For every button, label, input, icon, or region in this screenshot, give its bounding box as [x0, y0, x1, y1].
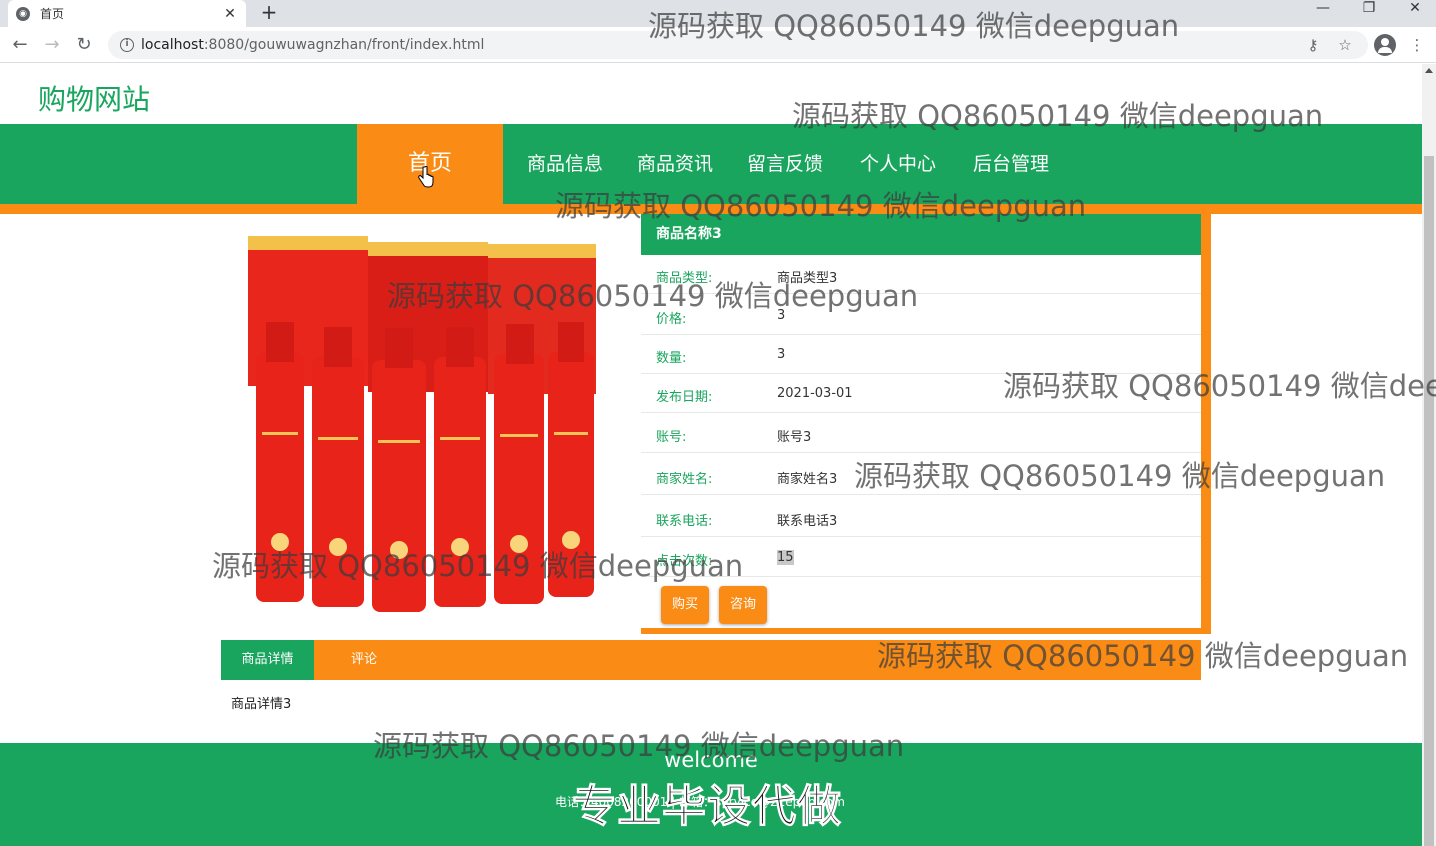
forward-icon[interactable]: → [40, 33, 64, 57]
tab-detail[interactable]: 商品详情 [221, 640, 314, 680]
watermark-large: 专业毕设代做 [572, 781, 842, 833]
consult-button[interactable]: 咨询 [719, 586, 767, 624]
address-toolbar: ← → ↻ i localhost:8080/gouwuwagnzhan/fro… [0, 27, 1436, 63]
url-bar[interactable]: i localhost:8080/gouwuwagnzhan/front/ind… [108, 31, 1368, 59]
detail-label: 商品类型: [656, 271, 713, 286]
nav-item-news[interactable]: 商品资讯 [637, 124, 713, 204]
browser-tab-title: 首页 [40, 7, 65, 21]
detail-row-quantity: 数量: 3 [641, 335, 1201, 374]
detail-value: 账号3 [777, 430, 812, 445]
nav-stripe [0, 204, 1422, 214]
detail-row-phone: 联系电话: 联系电话3 [641, 498, 1201, 537]
url-path: :8080/gouwuwagnzhan/front/index.html [203, 37, 485, 53]
scroll-up-icon[interactable] [1425, 68, 1433, 73]
detail-row-price: 价格: 3 [641, 296, 1201, 335]
detail-label: 账号: [656, 430, 687, 445]
product-detail-panel: 商品名称3 商品类型: 商品类型3 价格: 3 数量: 3 发布日期: 2021… [641, 214, 1211, 634]
footer-welcome: welcome [664, 748, 758, 772]
window-close-icon[interactable]: ✕ [1392, 0, 1436, 18]
scroll-thumb[interactable] [1424, 156, 1434, 846]
product-name: 商品名称3 [641, 214, 1201, 255]
detail-value: 3 [777, 347, 786, 362]
detail-label: 点击次数: [656, 554, 713, 569]
site-logo[interactable]: 购物网站 [38, 78, 150, 118]
minimize-icon[interactable]: — [1300, 0, 1346, 18]
nav-item-products[interactable]: 商品信息 [527, 124, 603, 204]
reload-icon[interactable]: ↻ [72, 33, 96, 57]
detail-value: 联系电话3 [777, 514, 838, 529]
globe-icon: ◉ [16, 6, 30, 21]
detail-value: 商家姓名3 [777, 472, 838, 487]
menu-dots-icon[interactable]: ⋮ [1408, 36, 1426, 54]
detail-row-merchant: 商家姓名: 商家姓名3 [641, 456, 1201, 495]
tab-comment[interactable]: 评论 [314, 640, 414, 680]
detail-label: 发布日期: [656, 390, 713, 405]
info-icon[interactable]: i [120, 38, 134, 52]
back-icon[interactable]: ← [8, 33, 32, 57]
new-tab-icon[interactable]: + [258, 1, 280, 23]
close-icon[interactable]: ✕ [222, 6, 238, 22]
detail-label: 商家姓名: [656, 472, 713, 487]
detail-value: 2021-03-01 [777, 386, 853, 401]
product-tabs: 商品详情 评论 [221, 640, 1201, 680]
restore-icon[interactable]: ❐ [1346, 0, 1392, 18]
browser-tab-strip: ◉ 首页 ✕ + — ❐ ✕ [0, 0, 1436, 27]
product-image [238, 232, 600, 616]
detail-value: 商品类型3 [777, 271, 838, 286]
detail-row-account: 账号: 账号3 [641, 414, 1201, 453]
browser-tab[interactable]: ◉ 首页 ✕ [8, 0, 246, 27]
page-scrollbar[interactable] [1422, 64, 1436, 846]
nav-item-profile[interactable]: 个人中心 [860, 124, 936, 204]
profile-icon[interactable] [1374, 34, 1396, 56]
key-icon[interactable]: ⚷ [1304, 36, 1322, 54]
page-viewport: 购物网站 首页 商品信息 商品资讯 留言反馈 个人中心 后台管理 商品名称3 商… [0, 64, 1422, 846]
detail-label: 联系电话: [656, 514, 713, 529]
detail-value: 3 [777, 308, 786, 323]
detail-label: 价格: [656, 312, 687, 327]
buy-button[interactable]: 购买 [661, 586, 709, 624]
nav-item-admin[interactable]: 后台管理 [973, 124, 1049, 204]
tab-content: 商品详情3 [231, 697, 292, 712]
nav-item-feedback[interactable]: 留言反馈 [747, 124, 823, 204]
detail-label: 数量: [656, 351, 687, 366]
star-icon[interactable]: ☆ [1336, 36, 1354, 54]
detail-row-type: 商品类型: 商品类型3 [641, 255, 1201, 294]
url-host: localhost [141, 37, 204, 53]
hand-cursor-icon [418, 166, 434, 188]
detail-value: 15 [777, 550, 794, 565]
detail-row-clicks: 点击次数: 15 [641, 538, 1201, 577]
detail-row-date: 发布日期: 2021-03-01 [641, 374, 1201, 413]
